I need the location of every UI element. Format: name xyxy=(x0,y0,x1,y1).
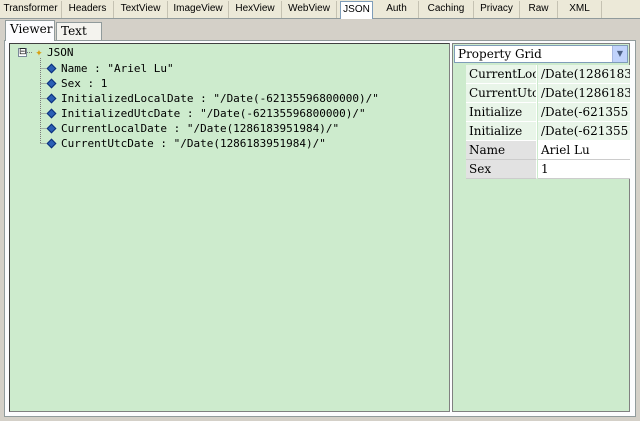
tab-xml[interactable]: XML xyxy=(558,1,602,18)
property-row[interactable]: Sex 1 xyxy=(454,160,630,179)
property-value[interactable]: /Date(1286183 xyxy=(538,65,630,84)
row-margin xyxy=(454,141,466,160)
json-tree-view[interactable]: ⊟ ✦ JSON Name : "Ariel Lu" Sex : 1 Initi… xyxy=(9,43,450,412)
tab-auth[interactable]: Auth xyxy=(375,1,419,18)
property-node-icon xyxy=(46,108,57,119)
tree-node[interactable]: InitializedLocalDate : "/Date(-621355968… xyxy=(10,91,440,106)
property-key: Sex xyxy=(466,160,537,179)
row-margin xyxy=(454,160,466,179)
tab-privacy[interactable]: Privacy xyxy=(474,1,520,18)
tree-node-label: InitializedUtcDate : "/Date(-62135596800… xyxy=(61,107,366,120)
tab-transformer[interactable]: Transformer xyxy=(0,1,62,18)
property-value[interactable]: /Date(-621355 xyxy=(538,103,630,122)
property-row[interactable]: CurrentUtc /Date(1286183 xyxy=(454,84,630,103)
property-row[interactable]: Name Ariel Lu xyxy=(454,141,630,160)
tab-webview[interactable]: WebView xyxy=(282,1,337,18)
tree-node[interactable]: CurrentLocalDate : "/Date(1286183951984)… xyxy=(10,121,440,136)
collapse-icon[interactable]: ⊟ xyxy=(18,48,27,57)
tab-hexview[interactable]: HexView xyxy=(229,1,282,18)
property-grid-title: Property Grid xyxy=(458,47,542,61)
property-row[interactable]: Initialize /Date(-621355 xyxy=(454,103,630,122)
property-node-icon xyxy=(46,123,57,134)
json-root-icon: ✦ xyxy=(35,45,43,59)
property-key: Initialize xyxy=(466,103,537,122)
inspector-tab-strip: Transformer Headers TextView ImageView H… xyxy=(0,0,640,19)
tab-text[interactable]: Text xyxy=(56,22,102,40)
row-margin xyxy=(454,103,466,122)
property-row[interactable]: Initialize /Date(-621355 xyxy=(454,122,630,141)
property-node-icon xyxy=(46,63,57,74)
tree-node[interactable]: InitializedUtcDate : "/Date(-62135596800… xyxy=(10,106,440,121)
property-node-icon xyxy=(46,93,57,104)
tree-node-label: InitializedLocalDate : "/Date(-621355968… xyxy=(61,92,379,105)
tree-root-node[interactable]: ⊟ ✦ JSON xyxy=(10,45,210,60)
property-grid[interactable]: Property Grid ▼ CurrentLoc /Date(1286183… xyxy=(452,43,630,412)
property-key: CurrentUtc xyxy=(466,84,537,103)
property-value[interactable]: Ariel Lu xyxy=(538,141,630,160)
tab-imageview[interactable]: ImageView xyxy=(168,1,229,18)
property-key: CurrentLoc xyxy=(466,65,537,84)
tree-node-label: Sex : 1 xyxy=(61,77,108,90)
property-node-icon xyxy=(46,78,57,89)
tree-node-label: CurrentUtcDate : "/Date(1286183951984)/" xyxy=(61,137,326,150)
tab-headers[interactable]: Headers xyxy=(62,1,114,18)
tree-node-label: Name : "Ariel Lu" xyxy=(61,62,174,75)
property-row[interactable]: CurrentLoc /Date(1286183 xyxy=(454,65,630,84)
tree-node-label: CurrentLocalDate : "/Date(1286183951984)… xyxy=(61,122,340,135)
property-key: Initialize xyxy=(466,122,537,141)
tree-node[interactable]: Name : "Ariel Lu" xyxy=(10,61,440,76)
property-grid-selector[interactable]: Property Grid ▼ xyxy=(454,45,628,63)
property-value[interactable]: /Date(1286183 xyxy=(538,84,630,103)
row-margin xyxy=(454,84,466,103)
tree-root-label: JSON xyxy=(47,46,74,59)
property-value[interactable]: /Date(-621355 xyxy=(538,122,630,141)
row-margin xyxy=(454,122,466,141)
property-key: Name xyxy=(466,141,537,160)
chevron-down-icon[interactable]: ▼ xyxy=(612,46,627,62)
property-value[interactable]: 1 xyxy=(538,160,630,179)
tab-json[interactable]: JSON xyxy=(340,1,373,19)
tree-node[interactable]: Sex : 1 xyxy=(10,76,440,91)
tab-caching[interactable]: Caching xyxy=(419,1,474,18)
tree-node[interactable]: CurrentUtcDate : "/Date(1286183951984)/" xyxy=(10,136,440,151)
row-margin xyxy=(454,65,466,84)
tab-textview[interactable]: TextView xyxy=(114,1,168,18)
tab-viewer[interactable]: Viewer xyxy=(5,20,55,41)
property-node-icon xyxy=(46,138,57,149)
tab-raw[interactable]: Raw xyxy=(520,1,558,18)
